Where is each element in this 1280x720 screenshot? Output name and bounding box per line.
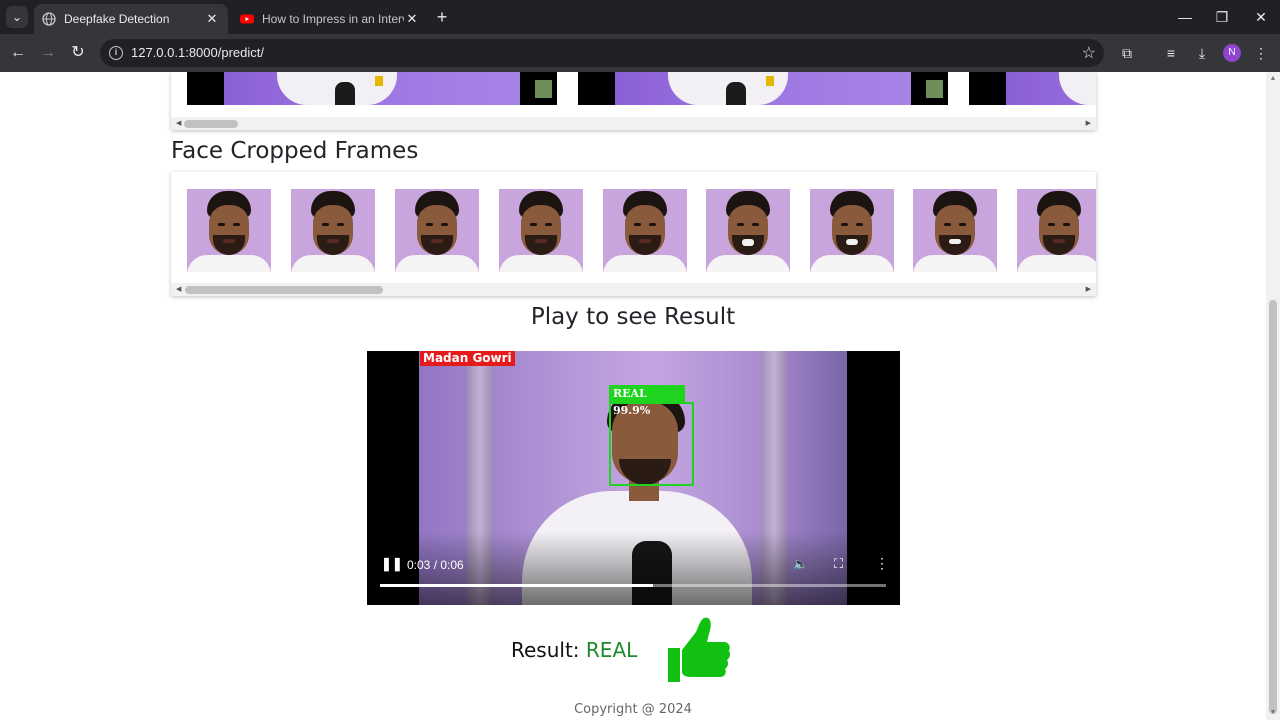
close-icon[interactable]: ✕ <box>404 11 420 27</box>
video-frame <box>578 72 948 105</box>
result-video-player[interactable]: Madan Gowri REAL 99.9% ❚❚ 0:03 / 0:06 🔈 … <box>367 351 900 605</box>
tab-youtube-video[interactable]: How to Impress in an Interview ✕ <box>232 4 428 34</box>
face-frame <box>1017 189 1096 272</box>
face-frames-horizontal-scrollbar[interactable]: ◀ ▶ <box>171 283 1096 296</box>
tab-title: How to Impress in an Interview <box>262 12 404 26</box>
face-frame <box>603 189 687 272</box>
bookmark-star-icon[interactable]: ☆ <box>1082 43 1096 63</box>
face-frames-heading: Face Cropped Frames <box>171 138 419 164</box>
close-icon[interactable]: ✕ <box>204 11 220 27</box>
minimize-button[interactable]: — <box>1165 0 1205 34</box>
face-frame <box>187 189 271 272</box>
reload-button[interactable]: ↻ <box>67 42 89 64</box>
tab-search-button[interactable]: ⌄ <box>6 6 28 28</box>
downloads-icon[interactable]: ⤓ <box>1191 42 1213 64</box>
face-frames-strip[interactable]: ◀ ▶ <box>171 172 1096 296</box>
tab-title: Deepfake Detection <box>64 12 170 26</box>
globe-icon <box>42 12 56 26</box>
face-frame <box>291 189 375 272</box>
face-frame <box>913 189 997 272</box>
video-time: 0:03 / 0:06 <box>407 558 464 572</box>
media-controls-icon[interactable]: ≡ <box>1160 42 1182 64</box>
face-frame <box>395 189 479 272</box>
video-frames-strip[interactable]: ◀ ▶ <box>171 72 1096 130</box>
video-frame <box>969 72 1096 105</box>
face-frame <box>810 189 894 272</box>
video-frame <box>187 72 557 105</box>
face-detection-box <box>609 402 694 486</box>
forward-button[interactable]: → <box>37 42 59 64</box>
result-text: Result: REAL <box>511 638 637 662</box>
site-info-icon[interactable]: i <box>109 46 123 60</box>
face-frame <box>499 189 583 272</box>
new-tab-button[interactable]: + <box>432 7 452 27</box>
browser-toolbar: ← → ↻ i 127.0.0.1:8000/predict/ ☆ ⧉ ≡ ⤓ … <box>0 34 1280 72</box>
channel-name-tag: Madan Gowri <box>420 351 515 366</box>
video-progress-bar[interactable] <box>380 584 886 587</box>
menu-icon[interactable]: ⋮ <box>1250 42 1272 64</box>
fullscreen-icon[interactable]: ⛶ <box>834 556 843 572</box>
tab-strip: ⌄ Deepfake Detection ✕ How to Impress in… <box>0 0 1280 34</box>
back-button[interactable]: ← <box>7 42 29 64</box>
profile-avatar[interactable]: N <box>1223 44 1241 62</box>
video-progress-fill <box>380 584 654 587</box>
footer-copyright: Copyright @ 2024 <box>574 702 692 717</box>
volume-icon[interactable]: 🔈 <box>793 557 808 571</box>
pause-icon[interactable]: ❚❚ <box>381 556 403 572</box>
result-label: Result: <box>511 638 586 662</box>
thumbs-up-icon <box>668 617 731 682</box>
extensions-icon[interactable]: ⧉ <box>1116 42 1138 64</box>
restore-button[interactable]: ❐ <box>1202 0 1242 34</box>
page-scroll-thumb[interactable] <box>1269 300 1277 714</box>
result-heading: Play to see Result <box>530 304 736 330</box>
result-value: REAL <box>585 638 638 662</box>
close-window-button[interactable]: ✕ <box>1241 0 1280 34</box>
tab-deepfake-detection[interactable]: Deepfake Detection ✕ <box>34 4 228 34</box>
page-vertical-scrollbar[interactable]: ▲ ▼ <box>1266 72 1280 720</box>
youtube-icon <box>240 14 254 24</box>
detection-label: REAL 99.9% <box>609 385 685 417</box>
page-content: ◀ ▶ Face Cropped Frames ◀ ▶ Play to see … <box>0 72 1266 720</box>
url-text[interactable]: 127.0.0.1:8000/predict/ <box>131 45 264 60</box>
more-options-icon[interactable]: ⋮ <box>875 555 889 572</box>
address-bar[interactable]: i 127.0.0.1:8000/predict/ ☆ <box>100 39 1104 67</box>
face-frame <box>706 189 790 272</box>
frames-horizontal-scrollbar[interactable]: ◀ ▶ <box>171 117 1096 130</box>
